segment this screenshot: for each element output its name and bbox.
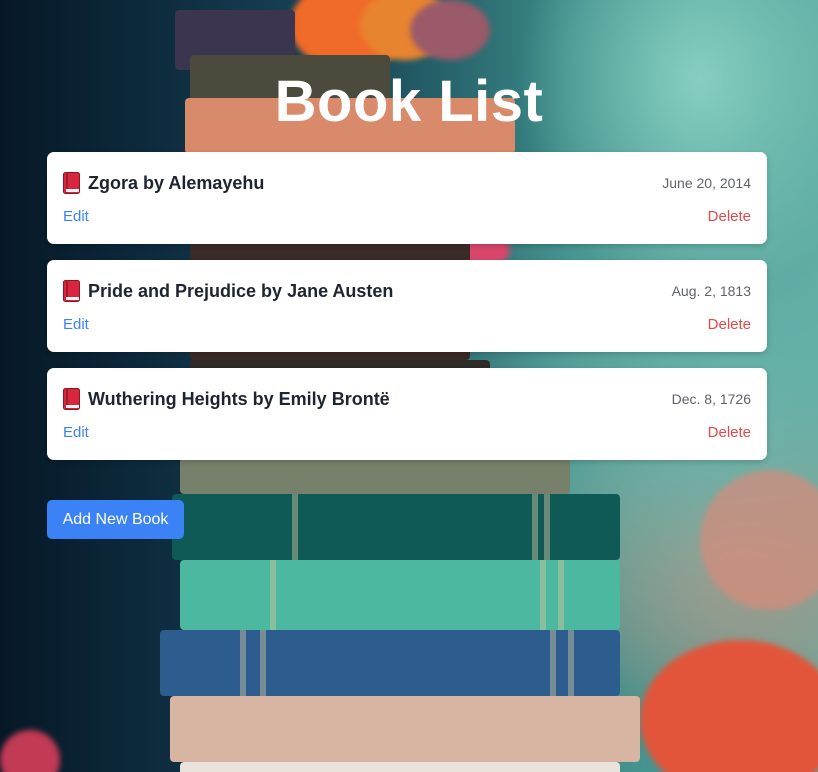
delete-link[interactable]: Delete	[708, 424, 751, 441]
delete-link[interactable]: Delete	[708, 208, 751, 225]
book-date: Aug. 2, 1813	[671, 283, 751, 299]
book-title: Zgora by Alemayehu	[88, 172, 265, 193]
book-date: Dec. 8, 1726	[671, 391, 751, 407]
book-list: Zgora by Alemayehu June 20, 2014 Edit De…	[47, 152, 767, 476]
book-title-row: Wuthering Heights by Emily Brontë	[63, 388, 390, 410]
book-title-row: Zgora by Alemayehu	[63, 172, 264, 194]
edit-link[interactable]: Edit	[63, 316, 89, 333]
delete-link[interactable]: Delete	[708, 316, 751, 333]
book-card: Pride and Prejudice by Jane Austen Aug. …	[47, 260, 767, 352]
book-date: June 20, 2014	[662, 175, 751, 191]
book-title-row: Pride and Prejudice by Jane Austen	[63, 280, 393, 302]
main-content: Book List Zgora by Alemayehu June 20, 20…	[0, 0, 818, 772]
book-title: Wuthering Heights by Emily Brontë	[88, 388, 390, 409]
red-book-icon	[63, 172, 80, 194]
add-new-book-button[interactable]: Add New Book	[47, 500, 184, 539]
book-card: Zgora by Alemayehu June 20, 2014 Edit De…	[47, 152, 767, 244]
page-title: Book List	[274, 69, 544, 134]
edit-link[interactable]: Edit	[63, 208, 89, 225]
book-title: Pride and Prejudice by Jane Austen	[88, 280, 394, 301]
red-book-icon	[63, 388, 80, 410]
edit-link[interactable]: Edit	[63, 424, 89, 441]
book-card: Wuthering Heights by Emily Brontë Dec. 8…	[47, 368, 767, 460]
red-book-icon	[63, 280, 80, 302]
